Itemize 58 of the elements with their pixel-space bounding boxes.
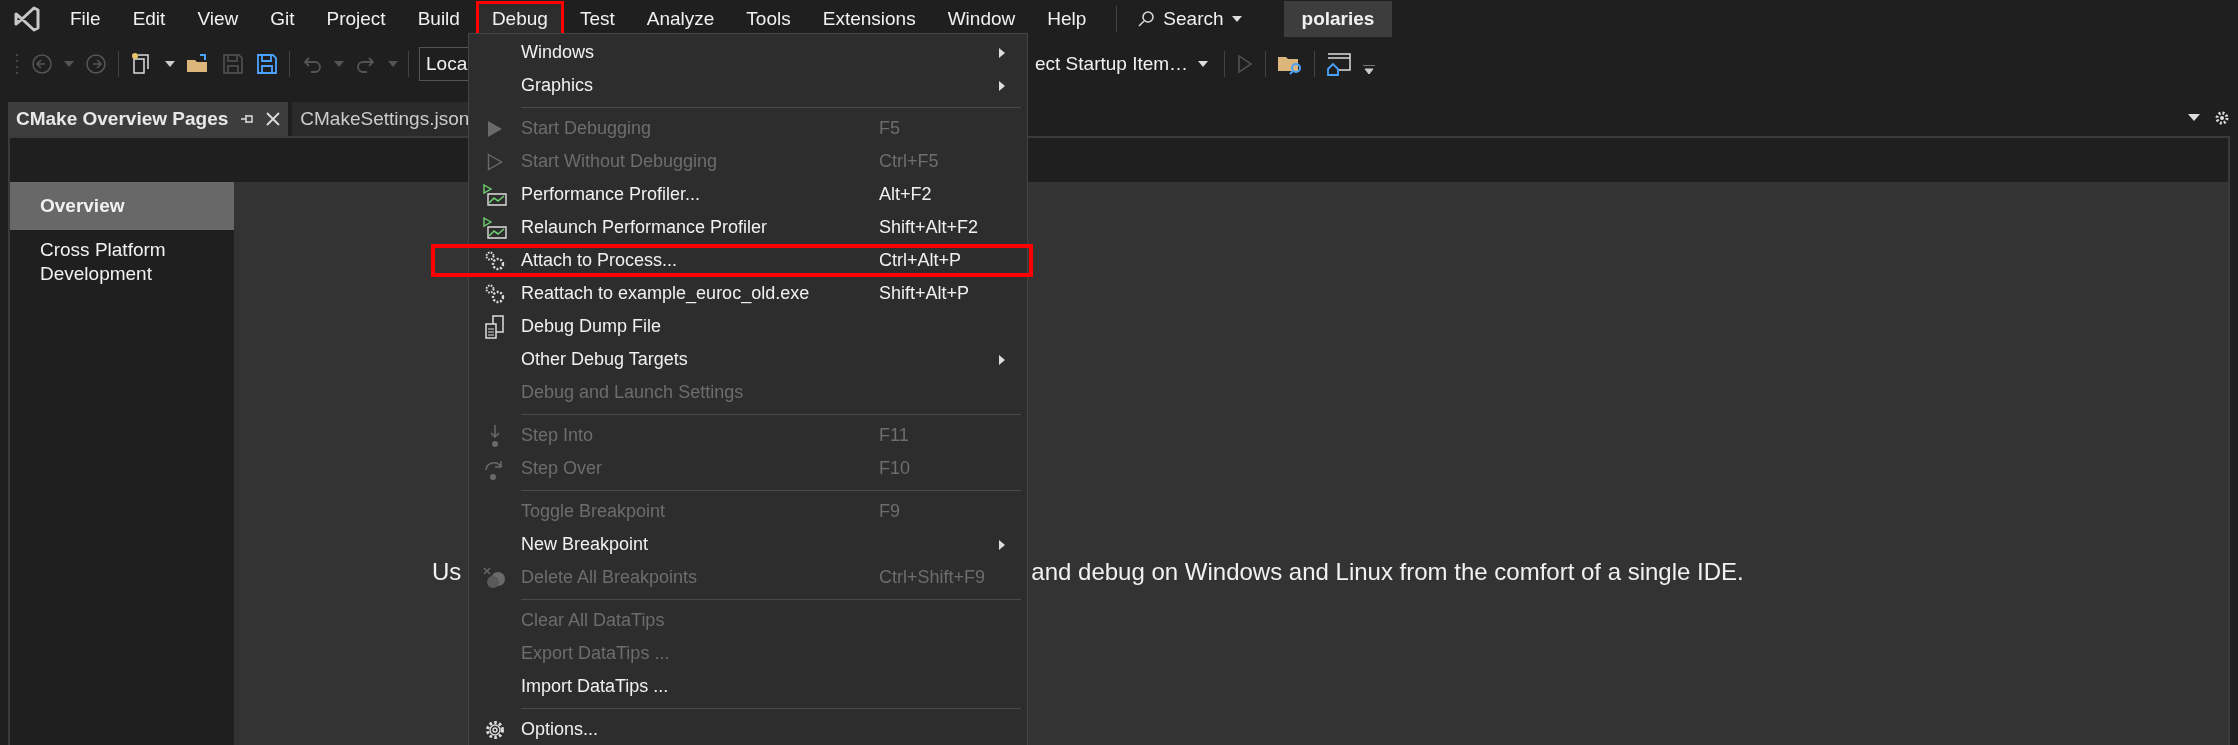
caret-icon[interactable]	[165, 61, 175, 67]
nav-item[interactable]: Overview	[10, 182, 234, 230]
gears-icon	[484, 249, 506, 272]
menu-bar-item[interactable]: Help	[1031, 1, 1103, 37]
menu-item[interactable]: Reattach to example_euroc_old.exe Shift+Alt+P	[469, 277, 1027, 310]
submenu-arrow-icon	[999, 80, 1005, 91]
gears-icon	[484, 282, 506, 305]
startup-item-dropdown[interactable]: ect Startup Item…	[1035, 47, 1215, 81]
settings-icon[interactable]	[2214, 110, 2230, 126]
menu-bar-item[interactable]: Tools	[730, 1, 807, 37]
menu-bar-item[interactable]: Project	[310, 1, 402, 37]
menu-bar-item[interactable]: Git	[254, 1, 311, 37]
settings-icon	[484, 718, 506, 741]
close-icon[interactable]	[266, 112, 281, 126]
menu-item[interactable]: Import DataTips ...	[469, 670, 1027, 703]
dropdown-icon[interactable]	[2188, 114, 2200, 122]
menu-item[interactable]: Performance Profiler... Alt+F2	[469, 178, 1027, 211]
document-tab[interactable]: CMake Overview Pages	[8, 102, 289, 136]
submenu-arrow-icon	[999, 47, 1005, 58]
submenu-arrow-icon	[999, 354, 1005, 365]
menu-item[interactable]: New Breakpoint	[469, 528, 1027, 561]
save-all-icon[interactable]	[255, 52, 279, 76]
dump-file-icon	[484, 314, 506, 339]
pin-icon[interactable]	[240, 112, 255, 126]
menu-bar-item[interactable]: Analyze	[630, 1, 731, 37]
play-icon	[487, 152, 503, 171]
search-icon	[1137, 10, 1156, 28]
menu-item[interactable]: Relaunch Performance Profiler Shift+Alt+F2	[469, 211, 1027, 244]
submenu-arrow-icon	[999, 539, 1005, 550]
overflow-icon[interactable]	[1363, 65, 1376, 75]
menu-bar-item[interactable]: View	[181, 1, 255, 37]
solution-name: polaries	[1283, 1, 1393, 37]
menu-bar-item[interactable]: Build	[401, 1, 476, 37]
menu-item[interactable]: Options...	[469, 713, 1027, 745]
menu-item[interactable]: Windows	[469, 36, 1027, 69]
caret-icon	[1198, 61, 1209, 67]
chart-play-icon	[483, 216, 507, 239]
menu-item[interactable]: Graphics	[469, 69, 1027, 102]
intro-text: and debug on Windows and Linux from the comfort of a single IDE.	[1031, 557, 1744, 587]
chart-play-icon	[483, 183, 507, 206]
menu-item[interactable]: Debug Dump File	[469, 310, 1027, 343]
menu-item[interactable]: Attach to Process... Ctrl+Alt+P	[431, 244, 1033, 277]
menu-bar-item[interactable]: Edit	[116, 1, 182, 37]
window-home-icon[interactable]	[1325, 51, 1354, 77]
nav-item[interactable]: Cross Platform Development	[10, 236, 180, 288]
menu-bar-item[interactable]: Window	[931, 1, 1032, 37]
step-into-icon	[487, 423, 503, 448]
toolbar-grip-icon	[14, 52, 20, 76]
menu-bar-item[interactable]: Test	[563, 1, 631, 37]
delete-breakpoints-icon	[483, 566, 507, 589]
intro-text: Us	[432, 557, 462, 587]
play-icon	[487, 119, 503, 138]
menu-item[interactable]: Other Debug Targets	[469, 343, 1027, 376]
menu-bar-item[interactable]: File	[54, 1, 117, 37]
app-logo-icon	[12, 5, 40, 33]
caret-icon	[1231, 16, 1242, 22]
search-button[interactable]: Search	[1131, 4, 1248, 34]
menu-bar-item[interactable]: Extensions	[806, 1, 932, 37]
